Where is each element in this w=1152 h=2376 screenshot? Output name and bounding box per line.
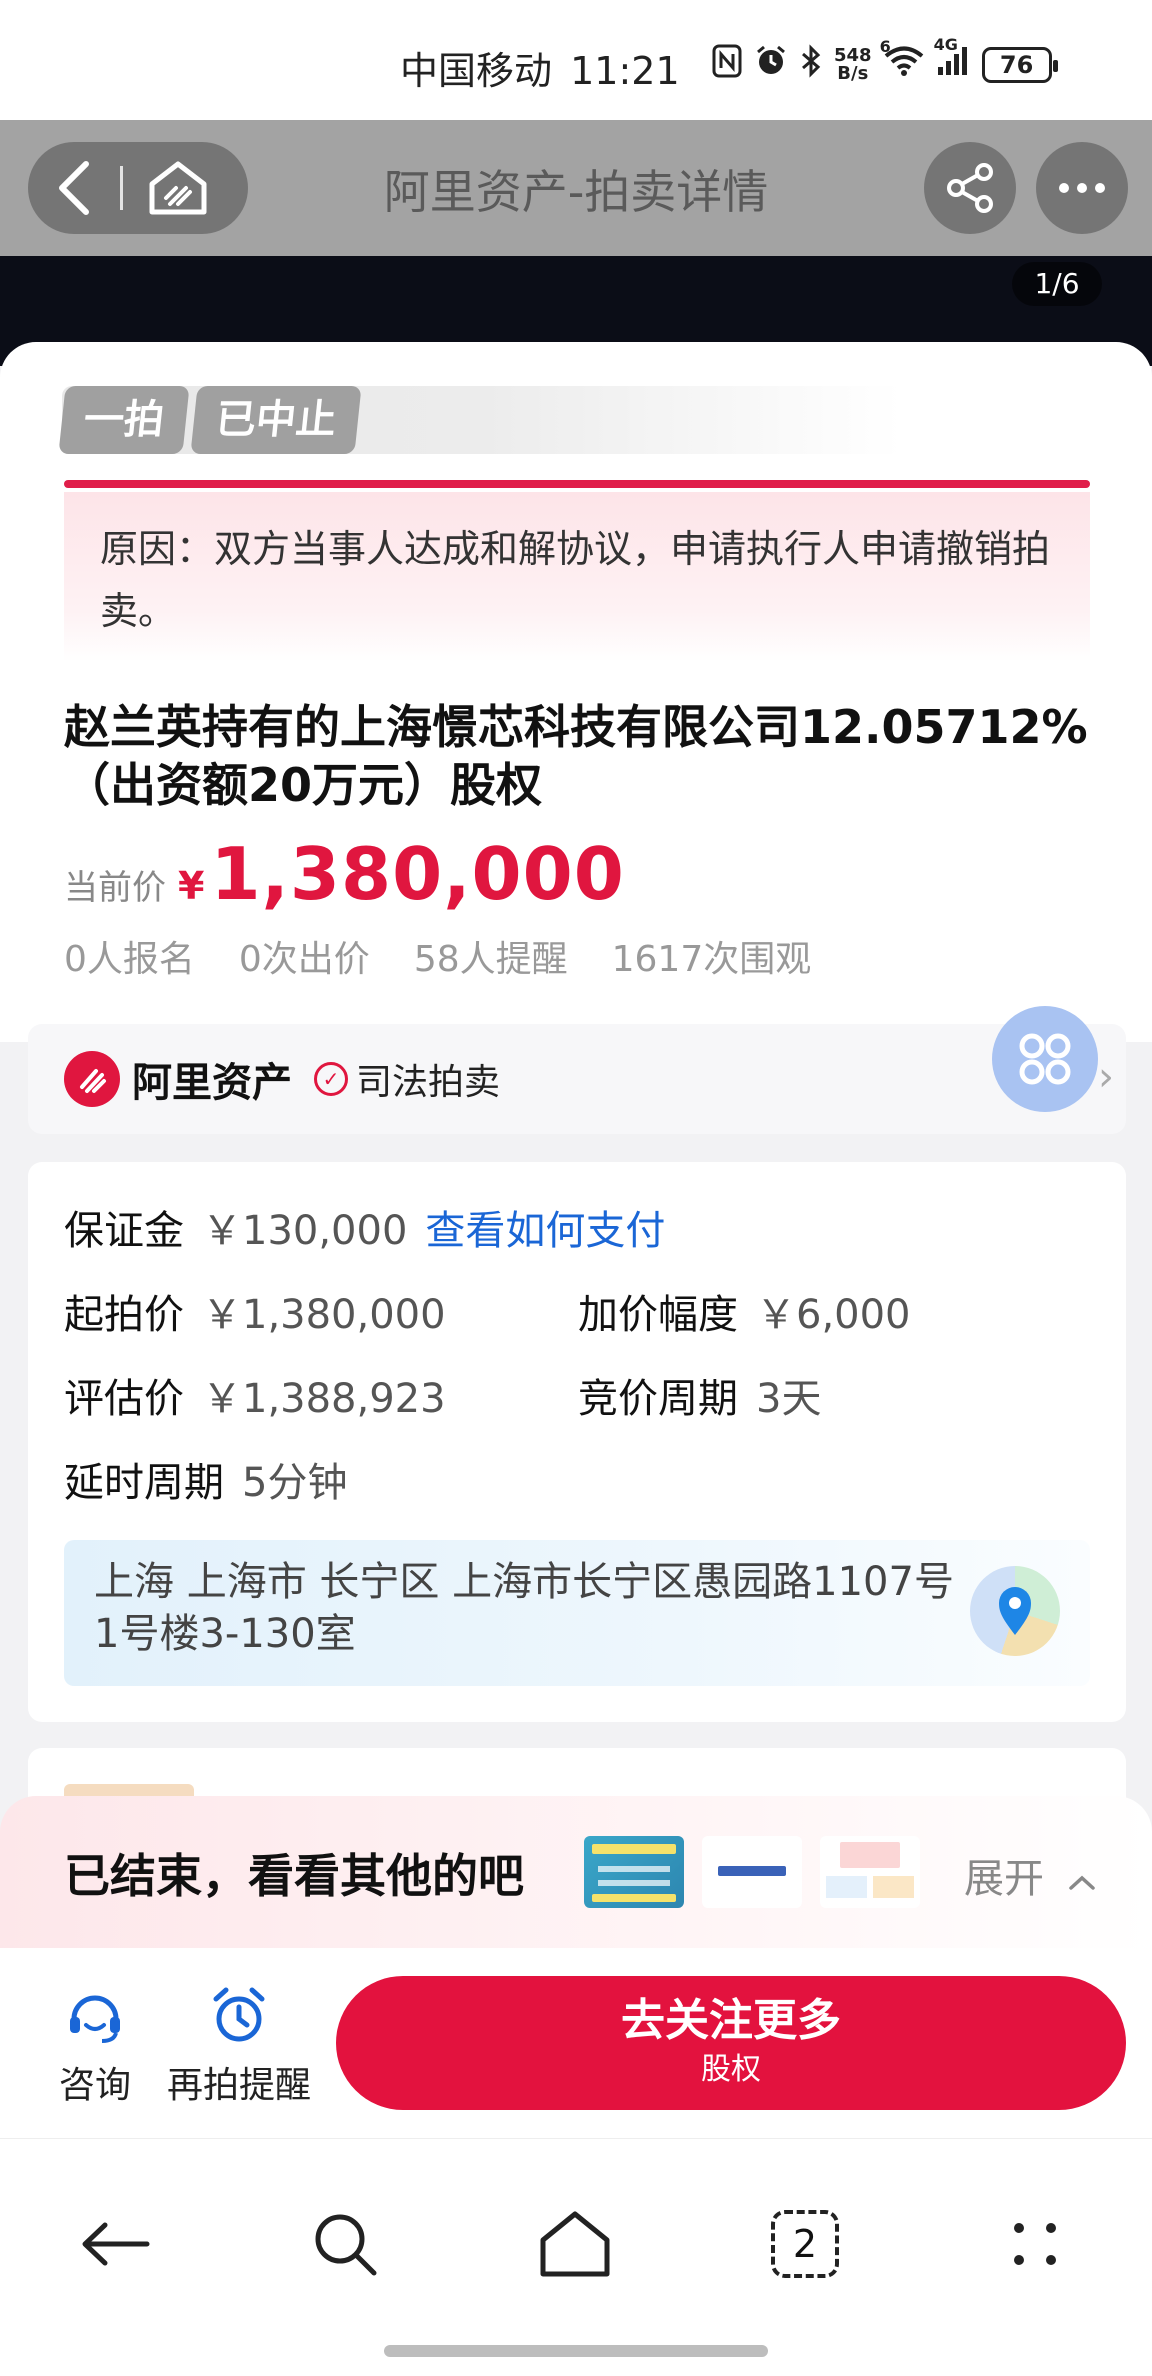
- increment-label: 加价幅度: [578, 1292, 738, 1338]
- reminder-count: 58人提醒: [413, 939, 568, 980]
- browser-tabs-button[interactable]: 2: [750, 2189, 860, 2299]
- status-bar: 中国移动 11:21 548 B/s 6 4G 76: [0, 0, 1152, 120]
- bid-period-value: 3天: [756, 1376, 822, 1422]
- more-icon: [1059, 183, 1105, 193]
- bluetooth-icon: [800, 44, 822, 86]
- round-tag: 一拍: [58, 386, 190, 454]
- cta-sub-label: 股权: [701, 2052, 761, 2087]
- floating-menu-button[interactable]: [992, 1006, 1098, 1112]
- reminder-button[interactable]: 再拍提醒: [166, 1984, 312, 2108]
- deposit-label: 保证金: [64, 1208, 184, 1254]
- auction-stats: 0人报名 0次出价 58人提醒 1617次围观: [64, 930, 811, 982]
- net-speed: 548 B/s: [834, 47, 872, 83]
- wifi-6-label: 6: [879, 37, 891, 56]
- consult-label: 咨询: [58, 2065, 131, 2106]
- home-indicator[interactable]: [384, 2345, 768, 2357]
- cta-main-label: 去关注更多: [621, 1995, 841, 2046]
- carrier-name: 中国移动: [400, 49, 553, 93]
- share-icon: [947, 163, 993, 213]
- status-carrier-time: 中国移动 11:21: [400, 40, 680, 95]
- alarm-icon: [754, 44, 788, 86]
- deposit-value: ￥130,000: [202, 1208, 408, 1254]
- recommend-thumbnail-1[interactable]: [584, 1836, 684, 1908]
- view-count: 1617次围观: [611, 939, 812, 980]
- auction-type: 司法拍卖: [356, 1062, 501, 1103]
- follow-more-button[interactable]: 去关注更多 股权: [336, 1976, 1126, 2110]
- status-time: 11:21: [570, 49, 680, 93]
- gallery-counter: 1/6: [1012, 262, 1102, 306]
- delay-period-label: 延时周期: [64, 1460, 224, 1506]
- browser-back-button[interactable]: [60, 2189, 170, 2299]
- platform-row[interactable]: 阿里资产 ✓ 司法拍卖 ›: [28, 1024, 1126, 1134]
- ended-message: 已结束，看看其他的吧: [64, 1849, 524, 1903]
- map-pin-icon[interactable]: [970, 1566, 1060, 1656]
- status-badge: 已中止: [190, 386, 362, 454]
- current-price: 1,380,000: [210, 832, 625, 916]
- appraisal-label: 评估价: [64, 1376, 184, 1422]
- nfc-icon: [712, 44, 742, 86]
- cellular-icon: 4G: [934, 35, 970, 85]
- status-tags: 一拍 已中止: [58, 386, 902, 454]
- consult-button[interactable]: 咨询: [52, 1984, 138, 2108]
- expand-label: 展开: [964, 1856, 1044, 1902]
- chevron-right-icon: ›: [1098, 1054, 1114, 1100]
- browser-home-button[interactable]: [520, 2189, 630, 2299]
- auction-details-card: 保证金 ￥130,000 查看如何支付 起拍价 ￥1,380,000 加价幅度 …: [28, 1162, 1126, 1722]
- signup-count: 0人报名: [64, 939, 195, 980]
- alibaba-assets-logo: [64, 1051, 120, 1107]
- suspension-reason: 原因：双方当事人达成和解协议，申请执行人申请撤销拍卖。: [64, 492, 1090, 662]
- delay-period-value: 5分钟: [242, 1460, 348, 1506]
- start-price-row: 起拍价 ￥1,380,000: [64, 1282, 446, 1340]
- status-icons: 548 B/s 6 4G 76: [712, 35, 1058, 86]
- appraisal-row: 评估价 ￥1,388,923: [64, 1366, 446, 1424]
- reminder-label: 再拍提醒: [166, 2065, 311, 2106]
- address-text: 上海 上海市 长宁区 上海市长宁区愚园路1107号1号楼3-130室: [94, 1559, 954, 1657]
- appraisal-value: ￥1,388,923: [202, 1376, 446, 1422]
- chevron-up-icon: [1068, 1875, 1095, 1890]
- address-box[interactable]: 上海 上海市 长宁区 上海市长宁区愚园路1107号1号楼3-130室: [64, 1540, 1090, 1686]
- price-currency: ¥: [178, 864, 205, 908]
- tabs-icon: 2: [771, 2210, 839, 2278]
- how-to-pay-link[interactable]: 查看如何支付: [425, 1198, 665, 1256]
- recommend-thumbnail-2[interactable]: [702, 1836, 802, 1908]
- browser-bottom-nav: 2: [0, 2138, 1152, 2376]
- start-price-value: ￥1,380,000: [202, 1292, 446, 1338]
- wifi-icon: 6: [880, 37, 924, 85]
- home-icon: [540, 2211, 610, 2277]
- alarm-clock-icon: [207, 1984, 271, 2048]
- browser-search-button[interactable]: [290, 2189, 400, 2299]
- expand-button[interactable]: 展开: [964, 1846, 1097, 1904]
- platform-name: 阿里资产: [132, 1060, 292, 1106]
- bid-count: 0次出价: [238, 939, 370, 980]
- share-button[interactable]: [924, 142, 1016, 234]
- search-icon: [315, 2214, 377, 2276]
- start-price-label: 起拍价: [64, 1292, 184, 1338]
- ended-recommendation-bar[interactable]: 已结束，看看其他的吧 展开: [0, 1796, 1152, 1948]
- current-price-row: 当前价 ¥ 1,380,000: [64, 832, 625, 916]
- verified-check-icon: ✓: [314, 1062, 348, 1096]
- headset-icon: [63, 1984, 127, 2048]
- grid-menu-icon: [1019, 1033, 1071, 1085]
- bid-period-row: 竞价周期 3天: [578, 1366, 821, 1424]
- auction-summary-card: 一拍 已中止 原因：双方当事人达成和解协议，申请执行人申请撤销拍卖。 赵兰英持有…: [0, 342, 1152, 1042]
- top-nav-bar: 阿里资产-拍卖详情: [0, 120, 1152, 256]
- net-speed-unit: B/s: [837, 63, 869, 84]
- asset-title: 赵兰英持有的上海憬芯科技有限公司12.05712%（出资额20万元）股权: [64, 700, 1088, 812]
- more-button[interactable]: [1036, 142, 1128, 234]
- back-arrow-icon: [82, 2222, 150, 2266]
- increment-row: 加价幅度 ￥6,000: [578, 1282, 911, 1340]
- tabs-count: 2: [792, 2222, 818, 2266]
- reason-accent-bar: [64, 480, 1090, 488]
- bid-period-label: 竞价周期: [578, 1376, 738, 1422]
- delay-period-row: 延时周期 5分钟: [64, 1450, 347, 1508]
- deposit-row: 保证金 ￥130,000 查看如何支付: [64, 1198, 665, 1256]
- menu-dots-icon: [1014, 2223, 1056, 2265]
- increment-value: ￥6,000: [756, 1292, 911, 1338]
- cellular-4g-label: 4G: [933, 35, 958, 54]
- price-label: 当前价: [64, 868, 166, 908]
- recommend-thumbnail-3[interactable]: [820, 1836, 920, 1908]
- battery-indicator: 76: [981, 47, 1058, 83]
- bottom-action-bar: 咨询 再拍提醒 去关注更多 股权: [0, 1948, 1152, 2138]
- browser-menu-button[interactable]: [980, 2189, 1090, 2299]
